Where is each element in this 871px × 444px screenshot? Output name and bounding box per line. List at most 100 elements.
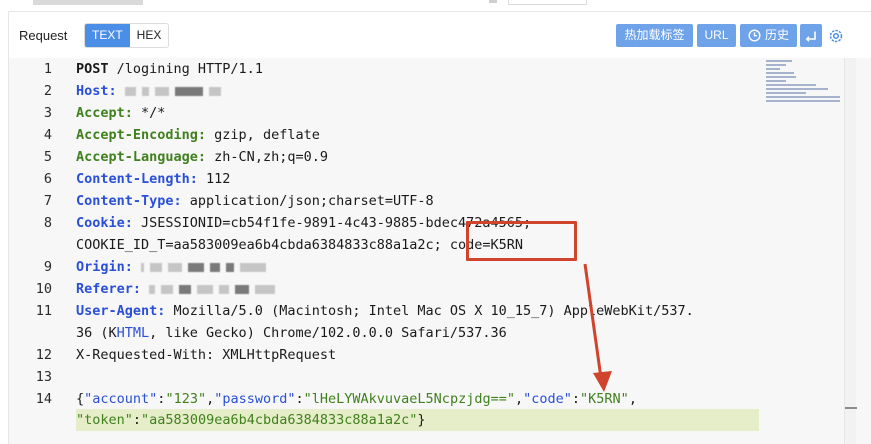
redacted: [150, 262, 163, 272]
redacted: [188, 262, 205, 272]
json-body-line: {"account":"123","password":"lHeLYWAkvuv…: [76, 391, 637, 407]
json-key: "token": [76, 412, 133, 428]
redacted: [154, 86, 169, 96]
header-key: Cookie:: [76, 215, 133, 231]
url-label: URL: [704, 28, 729, 42]
header-key: Referer:: [76, 281, 142, 297]
redacted: [255, 284, 276, 294]
http-method: POST: [76, 61, 109, 77]
header-key: Origin:: [76, 259, 133, 275]
line-number: 4: [43, 127, 52, 143]
header-value: gzip, deflate: [206, 127, 320, 143]
history-button[interactable]: 历史: [740, 24, 797, 47]
enter-button[interactable]: [800, 24, 822, 47]
minimap-row: [766, 92, 806, 94]
json-value: "K5RN": [580, 391, 629, 407]
header-key: User-Agent:: [76, 303, 166, 319]
redacted: [210, 262, 221, 272]
request-editor[interactable]: 1 2 3 4 5 6 7 8 9 10 11 12 13 14 POST /l…: [9, 58, 871, 444]
minimap-row: [766, 68, 780, 70]
request-line: POST /logining HTTP/1.1: [76, 58, 263, 80]
minimap-row: [766, 76, 796, 78]
top-icon: [489, 0, 497, 3]
enter-icon: [805, 31, 816, 42]
line-number: 10: [35, 281, 52, 297]
top-strip: [0, 0, 871, 11]
line-number: 13: [35, 369, 52, 385]
line-number: 3: [43, 105, 52, 121]
url-button[interactable]: URL: [697, 24, 736, 47]
header-key: Accept-Language:: [76, 149, 207, 165]
json-brace: }: [417, 412, 426, 428]
format-toggle: TEXT HEX: [84, 23, 170, 48]
json-body-line-continued: "token":"aa583009ea6b4cbda6384833c88a1a2…: [76, 412, 426, 428]
json-brace: {: [76, 391, 85, 407]
redacted: [174, 86, 203, 96]
scroll-position-marker: [845, 407, 857, 409]
request-path: /logining HTTP/1.1: [108, 61, 263, 77]
tab-hex[interactable]: HEX: [129, 24, 169, 47]
minimap-row: [766, 100, 840, 102]
hotload-label-button[interactable]: 热加载标签: [616, 24, 693, 47]
header-content-type: Content-Type: application/json;charset=U…: [76, 190, 434, 212]
vertical-scrollbar[interactable]: [844, 58, 857, 444]
header-key: Host:: [76, 83, 117, 99]
minimap-row: [766, 84, 816, 86]
minimap[interactable]: [766, 58, 844, 108]
line-number: 9: [43, 259, 52, 275]
header-key: Accept-Encoding:: [76, 127, 207, 143]
header-cookie: Cookie: JSESSIONID=cb54f1fe-9891-4c43-98…: [76, 212, 531, 234]
header-accept-language: Accept-Language: zh-CN,zh;q=0.9: [76, 146, 328, 168]
line-number: 7: [43, 193, 52, 209]
redacted: [141, 262, 145, 272]
header-value-continued: HTML: [116, 325, 150, 341]
redacted: [179, 284, 192, 294]
header-value-continued: 36 (K: [76, 325, 117, 341]
line-number: 14: [35, 391, 52, 407]
line-number: 12: [35, 347, 52, 363]
redacted: [141, 86, 149, 96]
minimap-row: [766, 88, 828, 90]
hotload-label: 热加载标签: [624, 28, 685, 42]
header-key: Content-Type:: [76, 193, 182, 209]
json-value: "123": [165, 391, 207, 407]
history-label: 历史: [764, 28, 789, 42]
redacted: [149, 284, 156, 294]
header-origin: Origin:: [76, 256, 272, 278]
header-referer: Referer:: [76, 278, 281, 300]
redacted: [161, 284, 174, 294]
redacted: [235, 284, 250, 294]
json-value: "aa583009ea6b4cbda6384833c88a1a2c": [141, 412, 418, 428]
header-value: zh-CN,zh;q=0.9: [206, 149, 328, 165]
settings-gear-icon[interactable]: [827, 27, 845, 45]
line-number: 8: [43, 215, 52, 231]
header-key: Accept:: [76, 105, 133, 121]
redacted: [197, 284, 214, 294]
minimap-row: [766, 96, 840, 98]
header-cookie-continued: COOKIE_ID_T=aa583009ea6b4cbda6384833c88a…: [76, 234, 523, 256]
header-value: */*: [132, 105, 166, 121]
redacted: [240, 262, 267, 272]
annotation-highlight-box: [466, 221, 577, 261]
header-value-continued: COOKIE_ID_T=aa583009ea6b4cbda6384833c88a…: [76, 237, 450, 253]
line-number: 6: [43, 171, 52, 187]
json-key: "password": [214, 391, 296, 407]
top-input[interactable]: [508, 0, 587, 5]
json-key: "account": [84, 391, 158, 407]
tab-text[interactable]: TEXT: [85, 24, 130, 47]
redacted: [208, 86, 221, 96]
header-value: application/json;charset=UTF-8: [181, 193, 434, 209]
header-value-continued: , like Gecko) Chrome/102.0.0.0 Safari/53…: [149, 325, 507, 341]
header-accept: Accept: */*: [76, 102, 165, 124]
minimap-row: [766, 80, 786, 82]
minimap-row: [766, 64, 786, 66]
redacted: [219, 284, 230, 294]
line-number: 2: [43, 83, 52, 99]
json-value: "lHeLYWAkvuvaeL5Ncpzjdg==": [303, 391, 515, 407]
history-clock-icon: [748, 29, 761, 42]
header-host: Host:: [76, 80, 227, 102]
request-toolbar: Request TEXT HEX 热加载标签 URL 历史: [9, 12, 871, 58]
minimap-row: [766, 60, 792, 62]
header-value: Mozilla/5.0 (Macintosh; Intel Mac OS X 1…: [165, 303, 694, 319]
redacted: [124, 86, 136, 96]
